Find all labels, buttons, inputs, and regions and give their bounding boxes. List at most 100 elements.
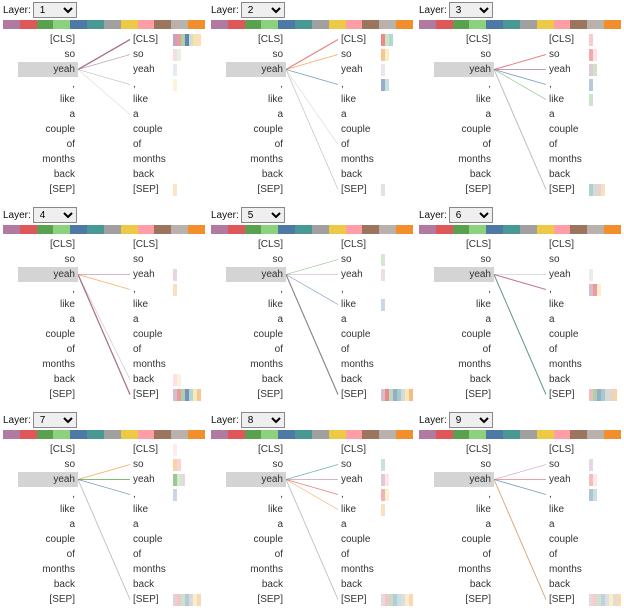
head-legend-swatch[interactable] bbox=[329, 430, 346, 439]
head-legend-swatch[interactable] bbox=[188, 430, 205, 439]
head-legend-swatch[interactable] bbox=[537, 225, 554, 234]
token-tgt[interactable]: months bbox=[130, 152, 190, 167]
head-legend-swatch[interactable] bbox=[587, 430, 604, 439]
token-tgt[interactable]: back bbox=[546, 167, 606, 182]
token-src[interactable]: , bbox=[434, 282, 494, 297]
token-tgt[interactable]: couple bbox=[130, 122, 190, 137]
token-tgt[interactable]: back bbox=[338, 577, 398, 592]
token-src[interactable]: months bbox=[226, 357, 286, 372]
head-legend-swatch[interactable] bbox=[486, 225, 503, 234]
token-tgt[interactable]: [SEP] bbox=[546, 387, 606, 402]
token-src[interactable]: [CLS] bbox=[226, 237, 286, 252]
token-src[interactable]: months bbox=[226, 152, 286, 167]
head-legend-swatch[interactable] bbox=[469, 20, 486, 29]
token-tgt[interactable]: so bbox=[130, 457, 190, 472]
head-legend-swatch[interactable] bbox=[419, 225, 436, 234]
head-legend-swatch[interactable] bbox=[312, 225, 329, 234]
token-src[interactable]: a bbox=[226, 107, 286, 122]
token-src[interactable]: yeah bbox=[18, 267, 78, 282]
head-legend-swatch[interactable] bbox=[453, 20, 470, 29]
token-tgt[interactable]: , bbox=[338, 77, 398, 92]
token-src[interactable]: a bbox=[18, 107, 78, 122]
head-legend-swatch[interactable] bbox=[436, 225, 453, 234]
token-tgt[interactable]: a bbox=[130, 107, 190, 122]
token-tgt[interactable]: back bbox=[338, 167, 398, 182]
token-src[interactable]: couple bbox=[434, 122, 494, 137]
layer-select[interactable]: 2 bbox=[241, 2, 285, 18]
token-tgt[interactable]: , bbox=[546, 282, 606, 297]
head-legend-swatch[interactable] bbox=[121, 225, 138, 234]
token-tgt[interactable]: couple bbox=[338, 327, 398, 342]
token-src[interactable]: back bbox=[18, 167, 78, 182]
token-src[interactable]: , bbox=[18, 77, 78, 92]
head-legend-swatch[interactable] bbox=[188, 225, 205, 234]
head-legend-swatch[interactable] bbox=[154, 225, 171, 234]
head-legend-swatch[interactable] bbox=[436, 430, 453, 439]
token-src[interactable]: yeah bbox=[434, 62, 494, 77]
token-src[interactable]: like bbox=[18, 502, 78, 517]
token-tgt[interactable]: back bbox=[130, 372, 190, 387]
head-legend-swatch[interactable] bbox=[554, 225, 571, 234]
token-src[interactable]: yeah bbox=[226, 472, 286, 487]
token-src[interactable]: couple bbox=[18, 122, 78, 137]
token-src[interactable]: so bbox=[226, 252, 286, 267]
token-tgt[interactable]: of bbox=[338, 137, 398, 152]
token-tgt[interactable]: , bbox=[546, 77, 606, 92]
head-legend-swatch[interactable] bbox=[453, 225, 470, 234]
token-src[interactable]: so bbox=[434, 457, 494, 472]
token-src[interactable]: couple bbox=[18, 532, 78, 547]
head-legend-swatch[interactable] bbox=[70, 225, 87, 234]
head-legend-swatch[interactable] bbox=[211, 430, 228, 439]
head-legend-swatch[interactable] bbox=[53, 430, 70, 439]
token-src[interactable]: of bbox=[434, 342, 494, 357]
layer-select[interactable]: 3 bbox=[449, 2, 493, 18]
head-legend-swatch[interactable] bbox=[278, 430, 295, 439]
head-legend-swatch[interactable] bbox=[211, 225, 228, 234]
token-tgt[interactable]: months bbox=[546, 152, 606, 167]
token-src[interactable]: so bbox=[226, 47, 286, 62]
token-src[interactable]: , bbox=[18, 487, 78, 502]
head-legend-swatch[interactable] bbox=[604, 430, 621, 439]
head-legend-swatch[interactable] bbox=[104, 20, 121, 29]
token-tgt[interactable]: back bbox=[130, 167, 190, 182]
token-src[interactable]: a bbox=[18, 312, 78, 327]
token-src[interactable]: couple bbox=[226, 327, 286, 342]
token-tgt[interactable]: so bbox=[338, 457, 398, 472]
token-tgt[interactable]: so bbox=[546, 252, 606, 267]
token-tgt[interactable]: , bbox=[338, 282, 398, 297]
head-legend-swatch[interactable] bbox=[188, 20, 205, 29]
head-legend-swatch[interactable] bbox=[453, 430, 470, 439]
token-tgt[interactable]: a bbox=[338, 107, 398, 122]
head-legend-swatch[interactable] bbox=[171, 20, 188, 29]
token-tgt[interactable]: like bbox=[546, 92, 606, 107]
head-legend-swatch[interactable] bbox=[104, 225, 121, 234]
token-tgt[interactable]: months bbox=[338, 357, 398, 372]
token-src[interactable]: yeah bbox=[226, 267, 286, 282]
token-src[interactable]: so bbox=[18, 457, 78, 472]
token-tgt[interactable]: back bbox=[546, 372, 606, 387]
token-tgt[interactable]: of bbox=[546, 137, 606, 152]
token-src[interactable]: like bbox=[434, 297, 494, 312]
token-tgt[interactable]: of bbox=[338, 342, 398, 357]
head-legend-swatch[interactable] bbox=[37, 430, 54, 439]
token-tgt[interactable]: like bbox=[338, 92, 398, 107]
token-tgt[interactable]: of bbox=[130, 342, 190, 357]
token-src[interactable]: of bbox=[18, 547, 78, 562]
head-legend[interactable] bbox=[0, 20, 208, 29]
token-src[interactable]: , bbox=[226, 282, 286, 297]
token-src[interactable]: [CLS] bbox=[18, 237, 78, 252]
token-tgt[interactable]: yeah bbox=[130, 267, 190, 282]
token-tgt[interactable]: so bbox=[338, 252, 398, 267]
token-src[interactable]: so bbox=[18, 252, 78, 267]
token-tgt[interactable]: [SEP] bbox=[338, 592, 398, 607]
head-legend-swatch[interactable] bbox=[87, 20, 104, 29]
head-legend-swatch[interactable] bbox=[138, 225, 155, 234]
token-tgt[interactable]: yeah bbox=[546, 62, 606, 77]
head-legend-swatch[interactable] bbox=[570, 430, 587, 439]
head-legend-swatch[interactable] bbox=[53, 20, 70, 29]
head-legend-swatch[interactable] bbox=[346, 430, 363, 439]
token-tgt[interactable]: like bbox=[130, 502, 190, 517]
head-legend-swatch[interactable] bbox=[228, 225, 245, 234]
head-legend-swatch[interactable] bbox=[520, 430, 537, 439]
head-legend-swatch[interactable] bbox=[245, 225, 262, 234]
